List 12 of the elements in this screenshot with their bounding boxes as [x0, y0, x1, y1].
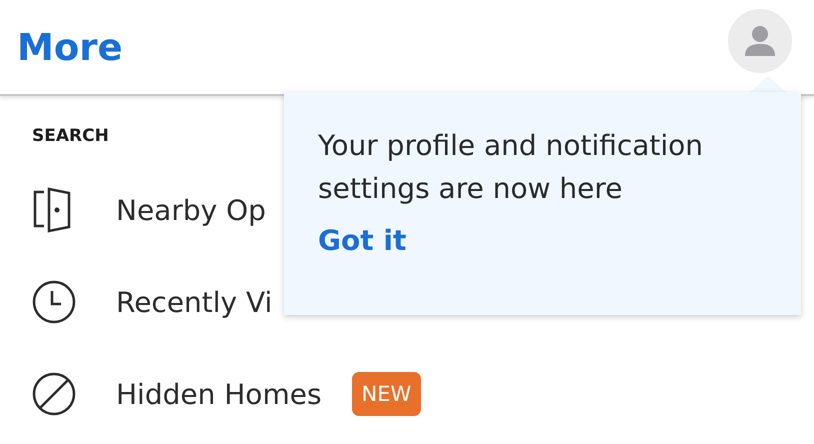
menu-item[interactable]: Recently Vi — [116, 286, 272, 318]
got-it-button[interactable]: Got it — [318, 224, 406, 257]
section-heading: SEARCH — [32, 126, 109, 146]
new-badge: NEW — [352, 372, 422, 416]
page-title: More — [17, 26, 123, 68]
tooltip-message: Your profile and notification settings are now here — [318, 128, 704, 207]
menu-item[interactable]: Nearby Op — [116, 194, 266, 226]
door-icon — [32, 187, 72, 233]
clock-icon — [32, 280, 76, 324]
person-icon — [743, 24, 777, 58]
menu-item[interactable]: Hidden Homes — [116, 378, 322, 410]
ban-icon — [32, 372, 76, 416]
